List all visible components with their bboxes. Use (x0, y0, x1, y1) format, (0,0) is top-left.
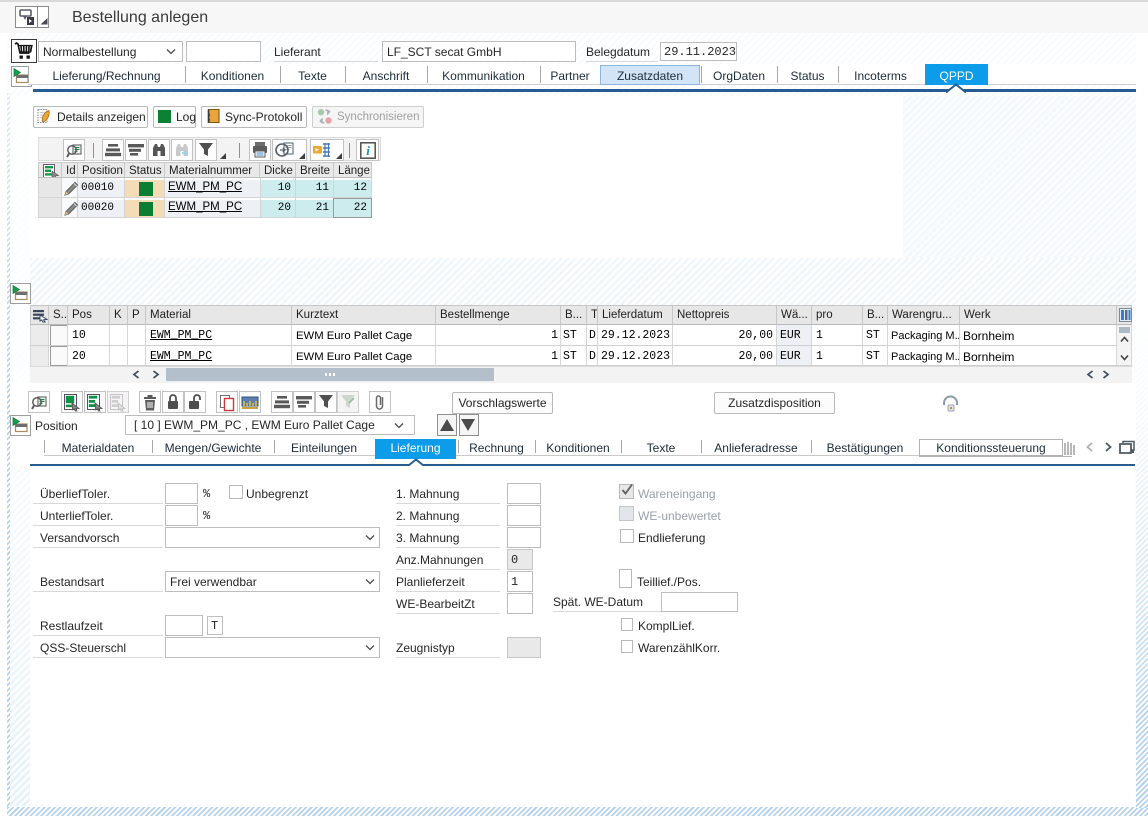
svg-text:i: i (366, 143, 370, 158)
